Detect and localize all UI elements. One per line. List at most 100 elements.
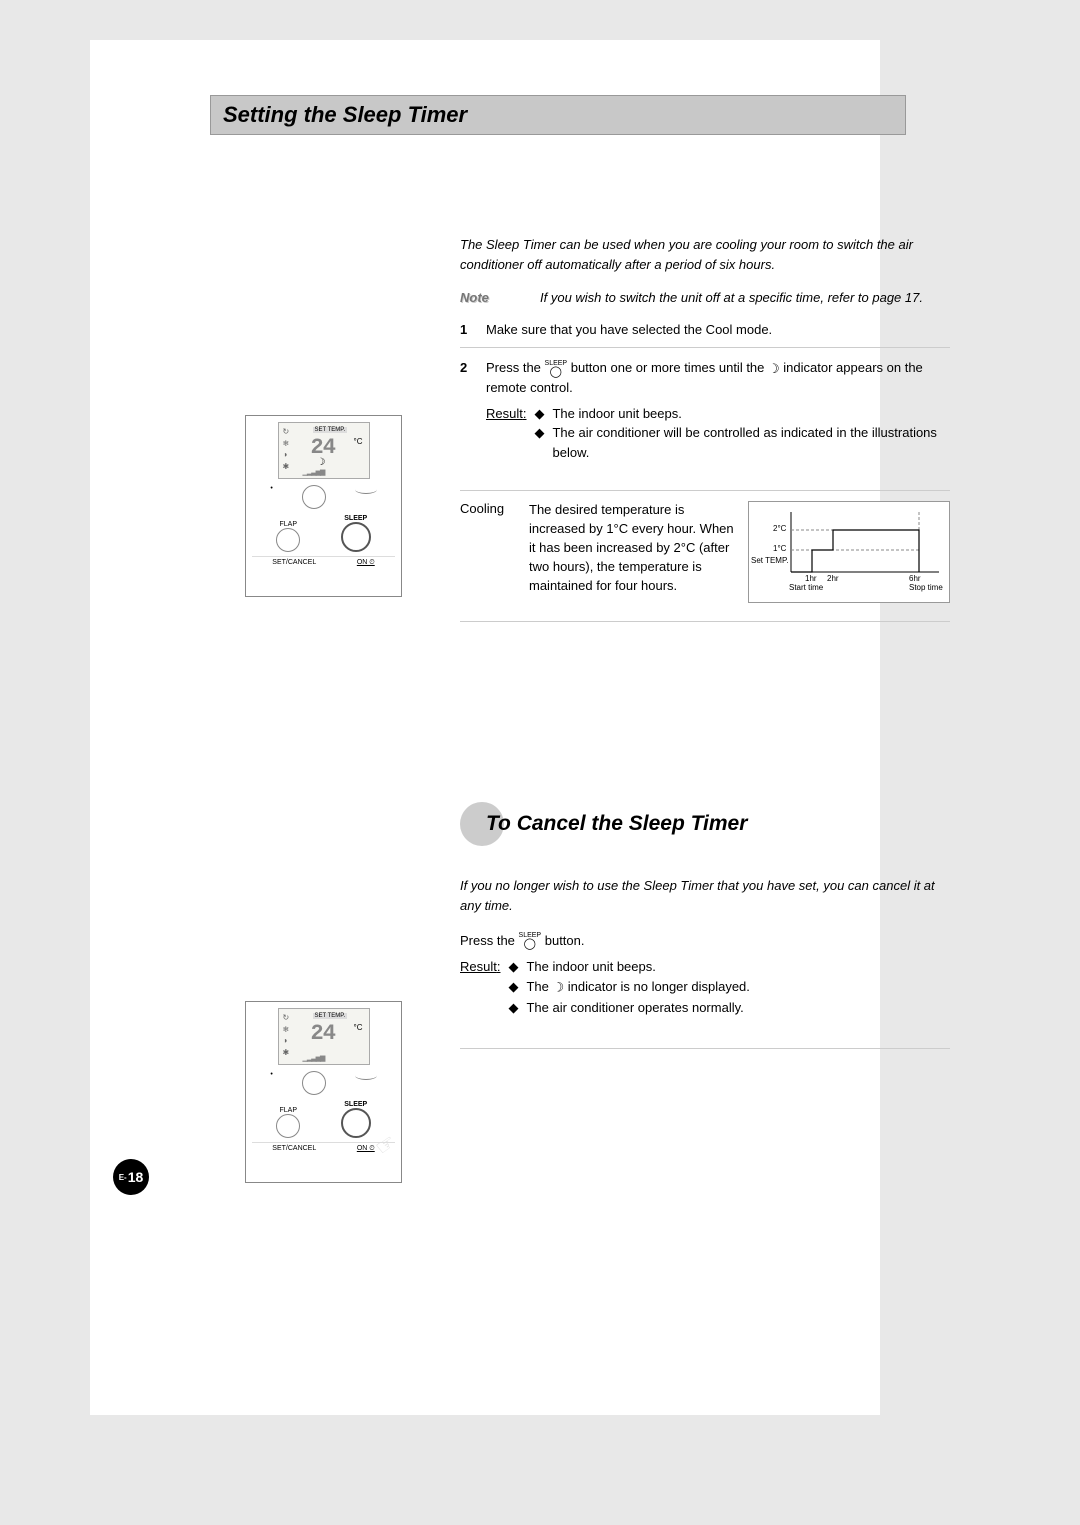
lcd-settemp-label: SET TEMP. xyxy=(313,1013,348,1019)
moon-icon: ☽ xyxy=(317,457,326,468)
remote-row-1: • xyxy=(256,485,391,509)
fan-icon: ◑ xyxy=(283,450,290,460)
swoosh-icon xyxy=(355,485,377,494)
cooling-label: Cooling xyxy=(460,501,515,516)
lcd-mode-icons: ↻ ❄ ◑ ✱ xyxy=(283,1013,290,1057)
ytick-1c: 1°C xyxy=(773,544,786,553)
on-label: ON ⏲ xyxy=(357,559,375,567)
section1-body: The Sleep Timer can be used when you are… xyxy=(460,235,950,470)
sleep-label: SLEEP xyxy=(344,515,367,522)
lcd-bar: ▁▂▃▅▆ xyxy=(303,1054,325,1062)
result-b1: The indoor unit beeps. xyxy=(552,404,681,424)
press-line: Press the SLEEP◯ button. xyxy=(460,931,950,951)
sec2-b2: The ☽ indicator is no longer displayed. xyxy=(526,977,749,998)
fan-icon: ◑ xyxy=(283,1036,290,1046)
note-row: Note If you wish to switch the unit off … xyxy=(460,288,950,308)
diamond-bullet-icon: ◆ xyxy=(534,423,544,462)
lcd-settemp-label: SET TEMP. xyxy=(313,427,348,433)
remote-round-button xyxy=(302,485,326,509)
page-num-prefix: E- xyxy=(119,1173,127,1182)
sleep-button-icon: SLEEP◯ xyxy=(545,360,568,378)
xtick-1hr: 1hr xyxy=(805,574,817,583)
press-b: button. xyxy=(545,933,585,948)
step-1-num: 1 xyxy=(460,320,474,340)
section2-body: If you no longer wish to use the Sleep T… xyxy=(460,876,950,1048)
sleep-button xyxy=(341,1108,371,1138)
divider xyxy=(460,1048,950,1049)
lcd-bar: ▁▂▃▅▆ xyxy=(303,468,325,476)
lcd-unit: °C xyxy=(354,1023,363,1032)
moon-indicator-icon: ☽ xyxy=(768,361,780,376)
page-num: 18 xyxy=(128,1169,144,1185)
remote-lcd: SET TEMP. 24 °C ↻ ❄ ◑ ✱ ☽ ▁▂▃▅▆ xyxy=(278,422,370,479)
auto-icon: ↻ xyxy=(283,427,290,437)
sec2-b3: The air conditioner operates normally. xyxy=(526,998,743,1018)
xtick-6hr: 6hr xyxy=(909,574,921,583)
cooling-text: The desired temperature is increased by … xyxy=(529,501,734,595)
section-title: Setting the Sleep Timer xyxy=(223,102,893,128)
flap-button xyxy=(276,1114,300,1138)
section1-intro: The Sleep Timer can be used when you are… xyxy=(460,235,950,274)
auto-icon: ↻ xyxy=(283,1013,290,1023)
cooling-block: Cooling The desired temperature is incre… xyxy=(460,490,950,622)
flap-label: FLAP xyxy=(279,1107,297,1114)
sec2-bullets: ◆ The indoor unit beeps. ◆ The ☽ indicato… xyxy=(508,957,950,1018)
lcd-mode-icons: ↻ ❄ ◑ ✱ xyxy=(283,427,290,471)
moon-indicator-icon: ☽ xyxy=(553,979,565,994)
result-label-2: Result: xyxy=(460,957,500,1018)
ytick-2c: 2°C xyxy=(773,524,786,533)
left-dot: • xyxy=(270,485,272,509)
flap-button xyxy=(276,528,300,552)
sleep-button-icon: SLEEP◯ xyxy=(519,932,542,950)
result-label: Result: xyxy=(486,404,526,463)
press-a: Press the xyxy=(460,933,519,948)
sleep-label: SLEEP xyxy=(344,1101,367,1108)
lcd-temp-digits: 24 xyxy=(311,1021,335,1046)
remote-row-2: FLAP SLEEP xyxy=(256,1099,391,1138)
result-bullets: ◆The indoor unit beeps. ◆The air conditi… xyxy=(534,404,950,463)
snow-icon: ❄ xyxy=(283,439,290,449)
note-label: Note xyxy=(460,288,510,308)
section-title-bar: Setting the Sleep Timer xyxy=(210,95,906,135)
remote-row-2: FLAP SLEEP xyxy=(256,513,391,552)
sleep-button xyxy=(341,522,371,552)
diamond-bullet-icon: ◆ xyxy=(534,404,544,424)
remote-round-button xyxy=(302,1071,326,1095)
result-b2: The air conditioner will be controlled a… xyxy=(552,423,950,462)
setcancel-label: SET/CANCEL xyxy=(272,1145,316,1153)
remote-illustration-2: SET TEMP. 24 °C ↻ ❄ ◑ ✱ ▁▂▃▅▆ • FLAP xyxy=(245,1001,402,1183)
page-number-badge: E-18 xyxy=(113,1159,149,1195)
left-dot: • xyxy=(270,1071,272,1095)
snow2-icon: ✱ xyxy=(283,1048,290,1058)
step-1: 1 Make sure that you have selected the C… xyxy=(460,320,950,349)
lcd-unit: °C xyxy=(354,437,363,446)
snow2-icon: ✱ xyxy=(283,462,290,472)
remote-row-3: SET/CANCEL ON ⏲ xyxy=(252,556,395,567)
step2-b: button one or more times until the xyxy=(571,360,768,375)
step-2-num: 2 xyxy=(460,358,474,462)
swoosh-icon xyxy=(355,1071,377,1080)
step2-a: Press the xyxy=(486,360,545,375)
setcancel-label: SET/CANCEL xyxy=(272,559,316,567)
section2-title: To Cancel the Sleep Timer xyxy=(486,812,747,836)
note-body: If you wish to switch the unit off at a … xyxy=(540,288,950,308)
diamond-bullet-icon: ◆ xyxy=(508,998,518,1018)
step-2: 2 Press the SLEEP◯ button one or more ti… xyxy=(460,358,950,470)
cooling-chart: 2°C 1°C Set TEMP. 1hr 2hr 6hr Start time… xyxy=(748,501,950,603)
section2-intro: If you no longer wish to use the Sleep T… xyxy=(460,876,950,916)
snow-icon: ❄ xyxy=(283,1025,290,1035)
chart-ylabel: Set TEMP. xyxy=(751,557,789,565)
remote-lcd: SET TEMP. 24 °C ↻ ❄ ◑ ✱ ▁▂▃▅▆ xyxy=(278,1008,370,1065)
content: Setting the Sleep Timer SET TEMP. 24 °C … xyxy=(90,95,990,1049)
remote-row-1: • xyxy=(256,1071,391,1095)
on-label: ON ⏲ xyxy=(357,1145,375,1153)
diamond-bullet-icon: ◆ xyxy=(508,977,518,998)
flap-label: FLAP xyxy=(279,521,297,528)
manual-page: Setting the Sleep Timer SET TEMP. 24 °C … xyxy=(0,0,1080,1525)
xtick-2hr: 2hr xyxy=(827,574,839,583)
remote-illustration-1: SET TEMP. 24 °C ↻ ❄ ◑ ✱ ☽ ▁▂▃▅▆ • FLA xyxy=(245,415,402,597)
chart-start: Start time xyxy=(789,584,823,592)
sec2-b1: The indoor unit beeps. xyxy=(526,957,655,977)
section2-title-wrap: To Cancel the Sleep Timer xyxy=(460,802,990,846)
chart-stop: Stop time xyxy=(909,584,943,592)
